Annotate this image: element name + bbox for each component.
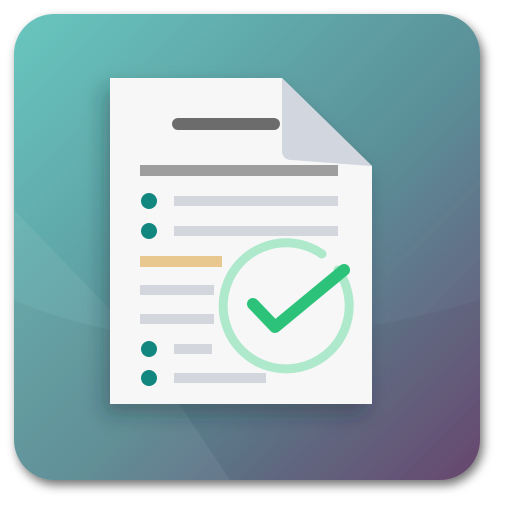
document-title-bar [172, 118, 280, 130]
document-header-line [140, 165, 338, 176]
bullet-dot [141, 341, 157, 357]
bullet-dot [141, 370, 157, 386]
bullet-dot [141, 193, 157, 209]
list-line [174, 226, 338, 236]
list-line [174, 196, 338, 206]
plain-line [140, 314, 214, 324]
app-icon[interactable] [0, 0, 512, 512]
list-line [174, 373, 266, 383]
stage [0, 0, 512, 512]
highlighted-line [140, 256, 222, 267]
plain-line [140, 285, 214, 295]
bullet-dot [141, 223, 157, 239]
check-badge [218, 238, 354, 374]
list-line [174, 344, 212, 354]
